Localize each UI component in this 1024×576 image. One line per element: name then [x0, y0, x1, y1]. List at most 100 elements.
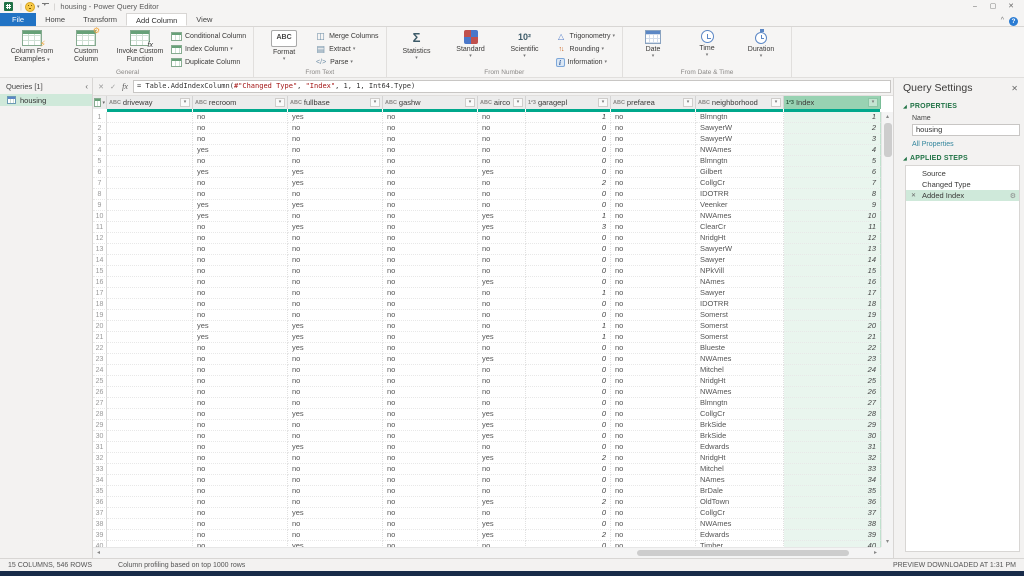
formula-check-icon[interactable]: ✓: [107, 83, 119, 91]
cell-garagepl[interactable]: 0: [526, 376, 611, 387]
cell-fullbase[interactable]: no: [288, 497, 383, 508]
cell-prefarea[interactable]: no: [611, 387, 696, 398]
cell-garagepl[interactable]: 0: [526, 145, 611, 156]
cell-garagepl[interactable]: 0: [526, 167, 611, 178]
customize-quick-access-icon[interactable]: [42, 3, 49, 10]
horizontal-scroll-thumb[interactable]: [637, 550, 850, 556]
cell-fullbase[interactable]: no: [288, 244, 383, 255]
cell-driveway[interactable]: [107, 321, 193, 332]
cell-index[interactable]: 18: [784, 299, 881, 310]
close-settings-icon[interactable]: ✕: [1009, 83, 1020, 94]
cell-prefarea[interactable]: no: [611, 222, 696, 233]
status-profiling-info[interactable]: Column profiling based on top 1000 rows: [118, 562, 245, 569]
feedback-smiley-icon[interactable]: [25, 2, 35, 12]
cell-index[interactable]: 1: [784, 112, 881, 123]
tab-add-column[interactable]: Add Column: [126, 13, 187, 26]
cell-recroom[interactable]: no: [193, 222, 288, 233]
cell-gashw[interactable]: no: [383, 299, 478, 310]
column-header-neighborhood[interactable]: ABCneighborhood▾: [696, 96, 784, 109]
column-header-airco[interactable]: ABCairco▾: [478, 96, 526, 109]
tab-file[interactable]: File: [0, 13, 36, 26]
row-number[interactable]: 18: [93, 299, 107, 310]
scroll-down-icon[interactable]: ▾: [882, 537, 893, 547]
cell-prefarea[interactable]: no: [611, 123, 696, 134]
cell-recroom[interactable]: no: [193, 453, 288, 464]
cell-index[interactable]: 5: [784, 156, 881, 167]
cell-fullbase[interactable]: no: [288, 310, 383, 321]
cell-index[interactable]: 29: [784, 420, 881, 431]
row-number[interactable]: 24: [93, 365, 107, 376]
cell-airco[interactable]: yes: [478, 167, 526, 178]
cell-gashw[interactable]: no: [383, 508, 478, 519]
cell-garagepl[interactable]: 0: [526, 464, 611, 475]
cell-index[interactable]: 8: [784, 189, 881, 200]
row-number[interactable]: 2: [93, 123, 107, 134]
cell-fullbase[interactable]: no: [288, 123, 383, 134]
cell-driveway[interactable]: [107, 343, 193, 354]
cell-recroom[interactable]: no: [193, 519, 288, 530]
cell-prefarea[interactable]: no: [611, 409, 696, 420]
cell-fullbase[interactable]: yes: [288, 178, 383, 189]
cell-gashw[interactable]: no: [383, 123, 478, 134]
cell-garagepl[interactable]: 0: [526, 409, 611, 420]
cell-driveway[interactable]: [107, 200, 193, 211]
cell-gashw[interactable]: no: [383, 332, 478, 343]
column-header-prefarea[interactable]: ABCprefarea▾: [611, 96, 696, 109]
cell-fullbase[interactable]: no: [288, 277, 383, 288]
conditional-column-button[interactable]: Conditional Column: [168, 30, 249, 42]
cell-index[interactable]: 36: [784, 497, 881, 508]
cell-prefarea[interactable]: no: [611, 475, 696, 486]
cell-neighborhood[interactable]: Somerst: [696, 321, 784, 332]
cell-garagepl[interactable]: 0: [526, 299, 611, 310]
cell-garagepl[interactable]: 1: [526, 321, 611, 332]
cell-driveway[interactable]: [107, 222, 193, 233]
cell-prefarea[interactable]: no: [611, 508, 696, 519]
cell-index[interactable]: 23: [784, 354, 881, 365]
cell-recroom[interactable]: no: [193, 343, 288, 354]
cell-driveway[interactable]: [107, 310, 193, 321]
row-number[interactable]: 20: [93, 321, 107, 332]
cell-neighborhood[interactable]: OldTown: [696, 497, 784, 508]
cell-fullbase[interactable]: yes: [288, 343, 383, 354]
cell-index[interactable]: 6: [784, 167, 881, 178]
cell-driveway[interactable]: [107, 508, 193, 519]
cell-airco[interactable]: no: [478, 398, 526, 409]
cell-garagepl[interactable]: 1: [526, 332, 611, 343]
cell-gashw[interactable]: no: [383, 453, 478, 464]
duration-button[interactable]: Duration▾: [735, 28, 787, 68]
cell-neighborhood[interactable]: Somerst: [696, 332, 784, 343]
cell-airco[interactable]: no: [478, 123, 526, 134]
cell-gashw[interactable]: no: [383, 497, 478, 508]
cell-fullbase[interactable]: yes: [288, 442, 383, 453]
cell-airco[interactable]: no: [478, 134, 526, 145]
cell-gashw[interactable]: no: [383, 189, 478, 200]
collapse-queries-pane-icon[interactable]: ‹: [85, 82, 88, 91]
cell-index[interactable]: 14: [784, 255, 881, 266]
cell-index[interactable]: 35: [784, 486, 881, 497]
cell-airco[interactable]: no: [478, 244, 526, 255]
cell-airco[interactable]: no: [478, 156, 526, 167]
cell-neighborhood[interactable]: NAmes: [696, 277, 784, 288]
cell-recroom[interactable]: no: [193, 508, 288, 519]
cell-gashw[interactable]: no: [383, 365, 478, 376]
cell-gashw[interactable]: no: [383, 321, 478, 332]
cell-index[interactable]: 32: [784, 453, 881, 464]
cell-recroom[interactable]: yes: [193, 145, 288, 156]
cell-prefarea[interactable]: no: [611, 376, 696, 387]
cell-driveway[interactable]: [107, 277, 193, 288]
cell-fullbase[interactable]: no: [288, 398, 383, 409]
cell-gashw[interactable]: no: [383, 233, 478, 244]
cell-fullbase[interactable]: no: [288, 365, 383, 376]
cell-airco[interactable]: yes: [478, 277, 526, 288]
cell-index[interactable]: 3: [784, 134, 881, 145]
cell-neighborhood[interactable]: Blueste: [696, 343, 784, 354]
cell-fullbase[interactable]: no: [288, 156, 383, 167]
cell-recroom[interactable]: yes: [193, 332, 288, 343]
cell-fullbase[interactable]: no: [288, 134, 383, 145]
query-item-housing[interactable]: housing: [0, 94, 92, 106]
row-number[interactable]: 5: [93, 156, 107, 167]
cell-driveway[interactable]: [107, 475, 193, 486]
cell-index[interactable]: 21: [784, 332, 881, 343]
tab-view[interactable]: View: [187, 13, 221, 26]
cell-index[interactable]: 16: [784, 277, 881, 288]
